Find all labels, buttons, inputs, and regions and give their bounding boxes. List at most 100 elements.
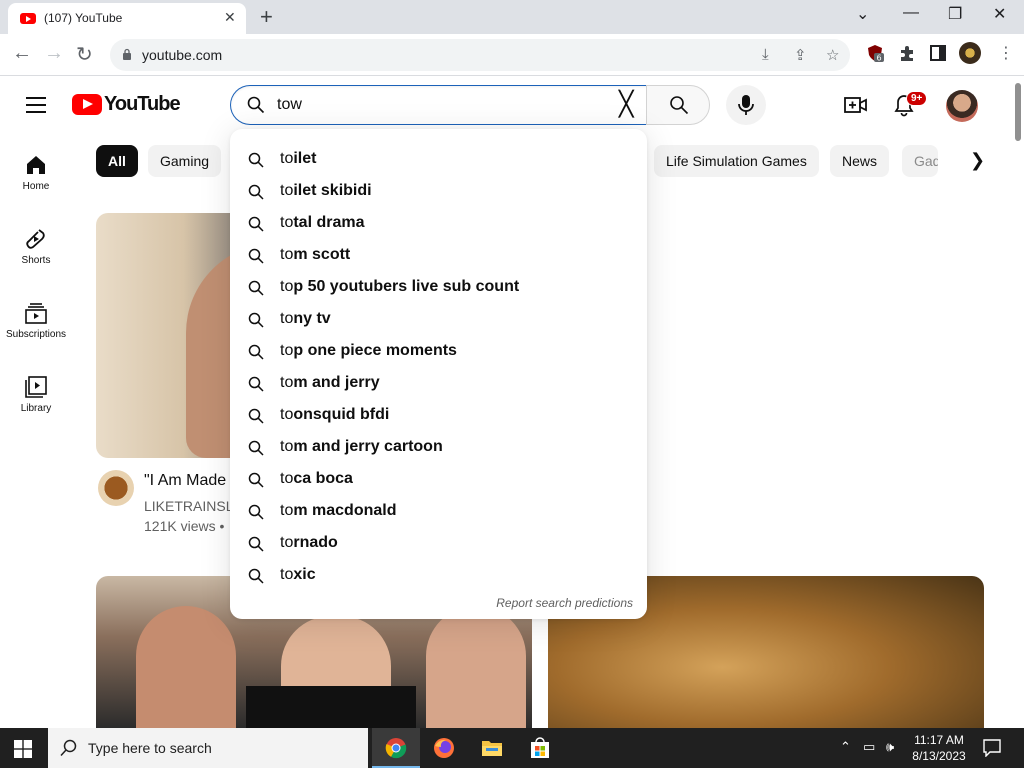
ublock-extension-icon[interactable]: 6 (866, 44, 884, 62)
chip-news[interactable]: News (830, 145, 890, 177)
suggestion-search-icon (248, 536, 264, 552)
search-suggestion-item[interactable]: tom macdonald (230, 496, 647, 528)
page-scrollbar[interactable] (1012, 77, 1024, 728)
suggestion-text: toca boca (280, 470, 353, 488)
volume-icon[interactable]: 🕪 (886, 739, 894, 755)
notification-count-badge: 9+ (906, 91, 928, 106)
shorts-icon (26, 229, 45, 249)
clear-search-icon[interactable]: ╳ (619, 93, 633, 117)
notification-center-icon[interactable] (983, 739, 1001, 757)
taskbar-microsoft-store[interactable] (516, 728, 564, 768)
suggestion-completion: p one piece moments (293, 342, 457, 359)
search-suggestion-item[interactable]: tornado (230, 528, 647, 560)
suggestion-text: tornado (280, 534, 338, 552)
search-submit-icon (670, 96, 689, 115)
account-avatar[interactable] (946, 90, 978, 122)
suggestion-text: total drama (280, 214, 364, 232)
browser-menu-icon[interactable]: ⋮ (998, 43, 1014, 63)
chip-all[interactable]: All (96, 145, 138, 177)
guide-item-subscriptions[interactable]: Subscriptions (0, 302, 72, 340)
suggestion-search-icon (248, 408, 264, 424)
new-tab-button[interactable]: + (260, 4, 273, 30)
voice-search-button[interactable] (726, 85, 766, 125)
taskbar-file-explorer[interactable] (468, 728, 516, 768)
search-button[interactable] (646, 85, 710, 125)
search-suggestion-item[interactable]: total drama (230, 208, 647, 240)
suggestion-prefix: to (280, 534, 294, 551)
folder-icon (482, 741, 502, 756)
suggestion-text: tom and jerry (280, 374, 380, 392)
suggestion-completion: m and jerry cartoon (293, 438, 443, 455)
suggestion-prefix: to (280, 310, 294, 327)
reload-button[interactable]: ↻ (76, 42, 93, 67)
side-panel-icon[interactable] (929, 44, 947, 62)
taskbar-chrome[interactable] (372, 728, 420, 768)
guide-item-library[interactable]: Library (0, 376, 72, 414)
scrollbar-thumb[interactable] (1015, 83, 1021, 141)
tab-search-chevron-icon[interactable]: ⌄ (856, 4, 869, 24)
guide-item-home[interactable]: Home (0, 154, 72, 192)
channel-avatar[interactable] (98, 470, 134, 506)
install-app-icon[interactable]: ⤓ (762, 46, 769, 63)
suggestion-search-icon (248, 440, 264, 456)
extensions-puzzle-icon[interactable] (898, 44, 916, 62)
close-tab-icon[interactable]: ✕ (224, 9, 236, 26)
suggestion-text: toilet skibidi (280, 182, 372, 200)
taskbar-search-placeholder: Type here to search (88, 740, 212, 756)
search-suggestion-item[interactable]: toonsquid bfdi (230, 400, 647, 432)
taskbar-firefox[interactable] (420, 728, 468, 768)
suggestion-completion: p 50 youtubers live sub count (293, 278, 520, 295)
extension-badge: 6 (876, 54, 881, 63)
back-button[interactable]: ← (12, 42, 32, 65)
search-suggestion-item[interactable]: tom scott (230, 240, 647, 272)
report-search-predictions-link[interactable]: Report search predictions (496, 596, 633, 610)
chip-life-simulation-games[interactable]: Life Simulation Games (654, 145, 819, 177)
windows-start-icon[interactable] (14, 740, 32, 758)
bookmark-star-icon[interactable]: ☆ (826, 46, 839, 64)
forward-button[interactable]: → (44, 42, 64, 65)
guide-menu-button[interactable] (26, 97, 46, 113)
search-suggestion-item[interactable]: tom and jerry (230, 368, 647, 400)
search-suggestion-item[interactable]: toilet skibidi (230, 176, 647, 208)
guide-item-shorts[interactable]: Shorts (0, 228, 72, 266)
search-suggestion-item[interactable]: top one piece moments (230, 336, 647, 368)
thumbnail-person (426, 606, 526, 728)
search-suggestion-item[interactable]: top 50 youtubers live sub count (230, 272, 647, 304)
create-video-icon[interactable] (844, 95, 868, 115)
search-suggestion-item[interactable]: tom and jerry cartoon (230, 432, 647, 464)
search-suggestion-item[interactable]: toilet (230, 144, 647, 176)
search-suggestions-dropdown: toilet toilet skibidi total drama tom scott… (230, 129, 647, 619)
close-window-button[interactable]: ✕ (993, 4, 1006, 24)
thumbnail-judge-robe (246, 686, 416, 728)
suggestion-completion: xic (293, 566, 316, 583)
network-icon[interactable]: ▭ (863, 739, 875, 755)
store-icon (531, 737, 549, 758)
chip-gadgets[interactable]: Gad (902, 145, 938, 177)
thumbnail-person (136, 606, 236, 728)
suggestion-text: tony tv (280, 310, 331, 328)
chevron-right-icon[interactable]: ❯ (970, 150, 985, 171)
restore-button[interactable]: ❐ (948, 4, 962, 24)
share-icon[interactable]: ⇪ (794, 46, 807, 64)
address-bar[interactable]: youtube.com ⤓ ⇪ ☆ (110, 39, 850, 71)
suggestion-completion: m scott (293, 246, 351, 263)
search-suggestion-item[interactable]: toxic (230, 560, 647, 592)
clock-time: 11:17 AM (914, 733, 964, 747)
search-suggestion-item[interactable]: tony tv (230, 304, 647, 336)
search-suggestion-item[interactable]: toca boca (230, 464, 647, 496)
browser-tab-youtube[interactable]: (107) YouTube ✕ (8, 3, 246, 34)
minimize-button[interactable]: — (903, 4, 919, 22)
tray-chevron-up-icon[interactable]: ⌃ (840, 739, 851, 755)
chip-gaming[interactable]: Gaming (148, 145, 222, 177)
search-input[interactable] (277, 94, 607, 116)
taskbar-search-box[interactable]: Type here to search (48, 728, 368, 768)
suggestion-text: top 50 youtubers live sub count (280, 278, 519, 296)
video-channel-name[interactable]: LIKETRAINSL (144, 498, 233, 514)
guide-label-library: Library (20, 403, 52, 414)
taskbar-clock[interactable]: 11:17 AM 8/13/2023 (910, 732, 968, 764)
video-title[interactable]: "I Am Made (144, 472, 226, 490)
suggestion-completion: onsquid bfdi (293, 406, 390, 423)
profile-avatar[interactable] (959, 42, 981, 64)
suggestion-completion: ca boca (293, 470, 353, 487)
suggestion-search-icon (248, 280, 264, 296)
